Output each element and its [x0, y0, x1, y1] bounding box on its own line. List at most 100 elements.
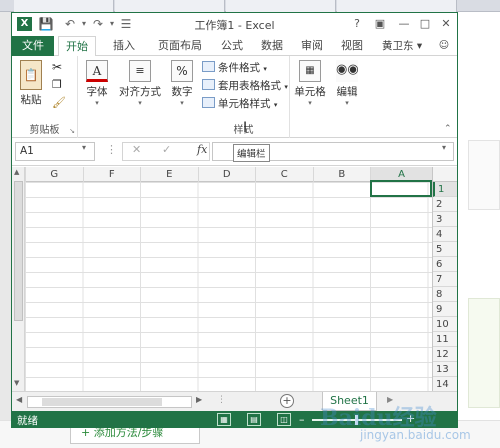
vertical-scrollbar[interactable]: ▲ ▼ — [12, 167, 25, 391]
ribbon-tabs: 文件 开始 插入 页面布局 公式 数据 审阅 视图 黄卫东 ▾ ☺ — [12, 36, 457, 57]
editing-label: 编辑 — [336, 86, 358, 98]
browser-tab[interactable] — [14, 0, 114, 12]
tab-data[interactable]: 数据 — [256, 36, 288, 56]
column-header[interactable]: C — [255, 167, 313, 182]
row-header[interactable]: 5 — [433, 242, 457, 257]
browser-tab[interactable] — [226, 0, 336, 12]
select-all-corner[interactable] — [432, 167, 457, 182]
row-header[interactable]: 10 — [433, 317, 457, 332]
maximize-button[interactable]: □ — [415, 15, 435, 33]
browser-tab[interactable] — [115, 0, 225, 12]
row-header[interactable]: 11 — [433, 332, 457, 347]
column-header[interactable]: E — [140, 167, 198, 182]
row-header[interactable]: 14 — [433, 377, 457, 392]
scroll-up-icon[interactable]: ▲ — [14, 168, 19, 176]
editing-button[interactable]: ◉◉ 编辑 ▾ — [332, 60, 362, 107]
scroll-down-icon[interactable]: ▼ — [14, 379, 19, 387]
cut-icon[interactable]: ✂ — [52, 60, 62, 74]
cancel-icon[interactable]: ✕ — [132, 143, 141, 156]
alignment-button[interactable]: ≡ 对齐方式 ▾ — [116, 60, 164, 107]
page-layout-view-icon[interactable]: ▤ — [247, 413, 261, 426]
column-header[interactable]: G — [25, 167, 83, 182]
tab-home[interactable]: 开始 — [58, 36, 96, 57]
cells-group: ▦ 单元格 ▾ — [290, 56, 330, 138]
chevron-down-icon[interactable]: ▾ — [82, 143, 86, 152]
enter-icon[interactable]: ✓ — [162, 143, 171, 156]
user-account[interactable]: 黄卫东 ▾ — [382, 36, 422, 56]
chevron-down-icon: ▾ — [263, 65, 267, 73]
expand-formula-bar-icon[interactable]: ▾ — [442, 143, 446, 152]
row-header[interactable]: 8 — [433, 287, 457, 302]
close-button[interactable]: ✕ — [436, 15, 456, 33]
cell-area[interactable] — [25, 182, 432, 391]
number-format-button[interactable]: % 数字 ▾ — [168, 60, 196, 107]
scroll-thumb[interactable] — [14, 181, 23, 321]
paste-button[interactable]: 📋 粘贴 — [16, 60, 46, 107]
background-panel — [468, 140, 500, 210]
horizontal-scrollbar[interactable] — [27, 396, 192, 408]
collapse-ribbon-icon[interactable]: ⌃ — [444, 124, 452, 134]
row-header[interactable]: 2 — [433, 197, 457, 212]
chevron-down-icon: ▾ — [273, 101, 278, 109]
normal-view-icon[interactable]: ▦ — [217, 413, 231, 426]
row-header[interactable]: 6 — [433, 257, 457, 272]
column-header[interactable]: B — [312, 167, 371, 182]
format-as-table-label: 套用表格格式 — [218, 80, 281, 92]
font-button[interactable]: A 字体 ▾ — [82, 60, 112, 107]
row-headers: 1 2 3 4 5 6 7 8 9 10 11 12 13 14 — [432, 182, 457, 392]
dialog-launcher-icon[interactable]: ↘ — [69, 127, 75, 135]
format-as-table-button[interactable]: 套用表格格式 ▾ — [202, 78, 288, 95]
format-painter-icon[interactable]: 🖌 — [52, 96, 66, 109]
tab-file[interactable]: 文件 — [12, 36, 54, 56]
scroll-left-icon[interactable]: ◀ — [16, 395, 22, 404]
minimize-button[interactable]: — — [394, 15, 414, 33]
more-options-icon: ⋮ — [106, 143, 117, 156]
copy-icon[interactable]: ❐ — [52, 78, 62, 91]
scroll-thumb[interactable] — [42, 398, 162, 406]
paste-label: 粘贴 — [20, 94, 42, 106]
tab-insert[interactable]: 插入 — [104, 36, 144, 56]
clipboard-icon: 📋 — [20, 60, 42, 90]
alignment-label: 对齐方式 — [119, 86, 161, 98]
row-header[interactable]: 9 — [433, 302, 457, 317]
align-icon: ≡ — [129, 60, 151, 82]
conditional-format-icon — [202, 61, 215, 72]
ribbon-display-options-icon[interactable]: ▣ — [370, 15, 390, 33]
watermark-url: jingyan.baidu.com — [360, 428, 471, 442]
row-header[interactable]: 13 — [433, 362, 457, 377]
browser-tab[interactable] — [337, 0, 457, 12]
page-break-view-icon[interactable]: ◫ — [277, 413, 291, 426]
row-header[interactable]: 4 — [433, 227, 457, 242]
editing-group: ◉◉ 编辑 ▾ — [330, 56, 364, 138]
tooltip: 编辑栏 — [233, 144, 270, 162]
row-header-selected[interactable]: 1 — [433, 182, 457, 197]
cell-styles-button[interactable]: 单元格样式 ▾ — [202, 96, 277, 113]
tab-review[interactable]: 审阅 — [296, 36, 328, 56]
insert-function-icon[interactable]: fx — [197, 143, 207, 156]
title-bar: X 💾 ↶ ▾ ↷ ▾ ☰ 工作簿1 - Excel ? ▣ — □ ✕ — [12, 13, 457, 36]
ribbon: 📋 粘贴 ✂ ❐ 🖌 剪贴板 ↘ A 字体 ▾ ≡ 对齐方式 ▾ % 数字 ▾ … — [12, 56, 457, 138]
help-icon[interactable]: ? — [347, 15, 367, 33]
user-name: 黄卫东 — [382, 40, 414, 52]
row-header[interactable]: 3 — [433, 212, 457, 227]
tab-formulas[interactable]: 公式 — [216, 36, 248, 56]
cell-styles-label: 单元格样式 — [218, 98, 271, 110]
tab-view[interactable]: 视图 — [336, 36, 368, 56]
scroll-right-icon[interactable]: ▶ — [196, 395, 202, 404]
chevron-down-icon: ▾ — [284, 83, 288, 91]
tab-page-layout[interactable]: 页面布局 — [150, 36, 210, 56]
new-sheet-button[interactable]: + — [280, 394, 294, 408]
row-header[interactable]: 12 — [433, 347, 457, 362]
column-header[interactable]: D — [197, 167, 256, 182]
smiley-icon[interactable]: ☺ — [434, 36, 454, 56]
zoom-out-icon[interactable]: – — [299, 413, 305, 426]
selected-cell[interactable] — [370, 180, 432, 197]
row-header[interactable]: 7 — [433, 272, 457, 287]
table-format-icon — [202, 79, 215, 90]
clipboard-group-label: 剪贴板 — [29, 125, 60, 136]
font-label: 字体 — [86, 86, 108, 98]
column-header[interactable]: F — [82, 167, 141, 182]
clipboard-group: 📋 粘贴 ✂ ❐ 🖌 剪贴板 ↘ — [12, 56, 78, 138]
cells-button[interactable]: ▦ 单元格 ▾ — [292, 60, 328, 107]
conditional-formatting-button[interactable]: 条件格式 ▾ — [202, 60, 267, 77]
